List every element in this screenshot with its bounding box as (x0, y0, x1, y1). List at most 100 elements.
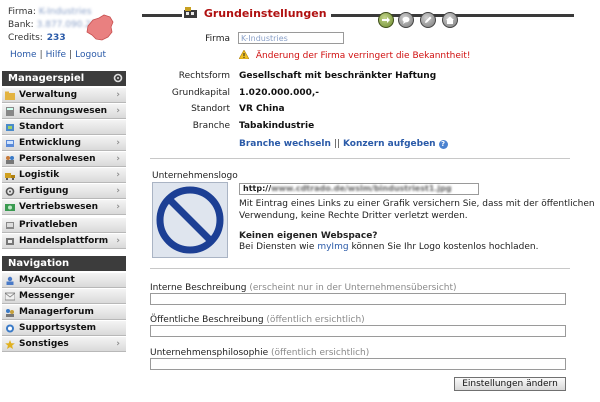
help-icon[interactable]: ? (438, 140, 448, 149)
no-webspace-heading: Keinen eigenen Webspace? (239, 231, 378, 241)
standort-value: VR China (239, 104, 285, 114)
sidebar-item-label: Vertriebswesen (19, 202, 99, 212)
user-credits-line: Credits: 233 (8, 33, 66, 43)
credits-label: Credits: (8, 33, 43, 43)
logout-link[interactable]: Logout (75, 50, 106, 60)
sidebar-item-privatleben[interactable]: Privatleben (2, 218, 126, 233)
home-icon (446, 16, 454, 24)
truck-icon (5, 173, 15, 180)
intern-description-label: Interne Beschreibung (erscheint nur in d… (150, 283, 457, 293)
sidebar-item-verwaltung[interactable]: Verwaltung › (2, 88, 126, 103)
standort-label: Standort (191, 104, 230, 114)
public-description-input[interactable] (150, 325, 566, 337)
chat-button[interactable] (398, 12, 414, 28)
sidebar-item-supportsystem[interactable]: Supportsystem (2, 321, 126, 336)
speech-bubble-icon (402, 16, 410, 24)
private-life-icon (6, 222, 14, 229)
public-hint: (öffentlich ersichtlich) (266, 315, 365, 325)
navigation-header: Navigation (2, 256, 126, 271)
star-icon (5, 340, 15, 349)
konzern-aufgeben-link[interactable]: Konzern aufgeben (343, 139, 436, 149)
sidebar-item-label: Sonstiges (19, 339, 69, 349)
logo-url-value: www.cdtrado.de/wslm/bindustriest1.jpg (271, 184, 452, 193)
link-separator: || (333, 139, 340, 149)
firma-label: Firma: (8, 7, 36, 17)
navigation-title: Navigation (8, 258, 70, 269)
philosophy-input[interactable] (150, 358, 566, 370)
philosophy-hint: (öffentlich ersichtlich) (271, 348, 370, 358)
sidebar-item-standort[interactable]: Standort (2, 120, 126, 135)
firma-warning: Änderung der Firma verringert die Bekann… (239, 50, 471, 61)
action-links: Branche wechseln || Konzern aufgeben? (239, 139, 448, 149)
sidebar-item-sonstiges[interactable]: Sonstiges › (2, 337, 126, 352)
logo-section-title: Unternehmenslogo (152, 171, 238, 181)
china-map-icon (86, 14, 114, 41)
intern-hint: (erscheint nur in der Unternehmensübersi… (249, 283, 457, 293)
sidebar-item-label: Rechnungswesen (19, 106, 108, 116)
chevron-right-icon: › (116, 186, 120, 196)
sidebar-item-messenger[interactable]: Messenger (2, 289, 126, 304)
logo-preview (152, 182, 228, 258)
gear-icon[interactable] (113, 73, 123, 83)
bank-label: Bank: (8, 20, 34, 30)
help-link[interactable]: Hilfe (46, 50, 66, 60)
firma-input[interactable] (238, 32, 344, 44)
sidebar-item-label: Entwicklung (19, 138, 81, 148)
home-link[interactable]: Home (10, 50, 37, 60)
branche-wechseln-link[interactable]: Branche wechseln (239, 139, 331, 149)
philosophy-label-text: Unternehmensphilosophie (150, 348, 269, 358)
rechtsform-label: Rechtsform (178, 71, 230, 81)
location-icon (6, 124, 14, 131)
sidebar: Firma: K-Industries Bank: 3.877.090.284 Cr… (0, 0, 128, 402)
account-icon (6, 276, 14, 285)
sidebar-item-logistik[interactable]: Logistik › (2, 168, 126, 183)
chevron-right-icon: › (116, 106, 120, 116)
intern-label-text: Interne Beschreibung (150, 283, 247, 293)
sidebar-item-vertriebswesen[interactable]: Vertriebswesen › (2, 200, 126, 215)
public-label-text: Öffentliche Beschreibung (150, 315, 264, 325)
credits-value: 233 (46, 33, 66, 43)
divider (150, 158, 570, 159)
myimg-link[interactable]: myImg (317, 242, 348, 252)
sidebar-item-label: Logistik (19, 170, 60, 180)
sidebar-item-rechnungswesen[interactable]: Rechnungswesen › (2, 104, 126, 119)
warning-icon (239, 50, 249, 59)
sidebar-item-entwicklung[interactable]: Entwicklung › (2, 136, 126, 151)
edit-button[interactable] (420, 12, 436, 28)
sidebar-item-label: MyAccount (19, 275, 75, 285)
grundkapital-label: Grundkapital (171, 88, 230, 98)
pencil-icon (425, 16, 432, 23)
user-info-box: Firma: K-Industries Bank: 3.877.090.284 Cr… (0, 0, 128, 66)
envelope-icon (5, 292, 15, 301)
sidebar-item-label: Fertigung (19, 186, 69, 196)
no-webspace-text: Bei Diensten wie myImg können Sie Ihr Lo… (239, 242, 538, 252)
forum-icon (6, 309, 14, 317)
divider (150, 268, 570, 269)
sidebar-item-fertigung[interactable]: Fertigung › (2, 184, 126, 199)
main-content: Grundeinstellungen Firma Änderung der Fi… (142, 0, 595, 402)
sidebar-item-label: Managerforum (19, 307, 94, 317)
intern-description-input[interactable] (150, 293, 566, 305)
chevron-right-icon: › (116, 236, 120, 246)
logo-url-prefix: http:// (243, 184, 272, 193)
sidebar-item-managerforum[interactable]: Managerforum (2, 305, 126, 320)
sidebar-item-handelsplattform[interactable]: Handelsplattform › (2, 234, 126, 249)
chevron-right-icon: › (116, 202, 120, 212)
logo-url-input[interactable]: http://www.cdtrado.de/wslm/bindustriest1… (239, 183, 479, 195)
no-webspace-post: können Sie Ihr Logo kostenlos hochladen. (351, 242, 539, 252)
sidebar-item-label: Standort (19, 122, 64, 132)
logo-info-line2: Verwendung, keine Rechte Dritter verletz… (239, 211, 468, 221)
save-settings-button[interactable]: Einstellungen ändern (454, 377, 566, 391)
arrows-button[interactable] (378, 12, 394, 28)
public-description-label: Öffentliche Beschreibung (öffentlich ers… (150, 315, 365, 325)
sales-icon (5, 204, 15, 211)
philosophy-label: Unternehmensphilosophie (öffentlich ersi… (150, 348, 369, 358)
sidebar-item-label: Verwaltung (19, 90, 78, 100)
sidebar-item-myaccount[interactable]: MyAccount (2, 273, 126, 288)
chevron-right-icon: › (116, 90, 120, 100)
sidebar-item-personalwesen[interactable]: Personalwesen › (2, 152, 126, 167)
rechtsform-value: Gesellschaft mit beschränkter Haftung (239, 71, 437, 81)
sidebar-item-label: Privatleben (19, 220, 78, 230)
sidebar-item-label: Personalwesen (19, 154, 96, 164)
home-button[interactable] (442, 12, 458, 28)
